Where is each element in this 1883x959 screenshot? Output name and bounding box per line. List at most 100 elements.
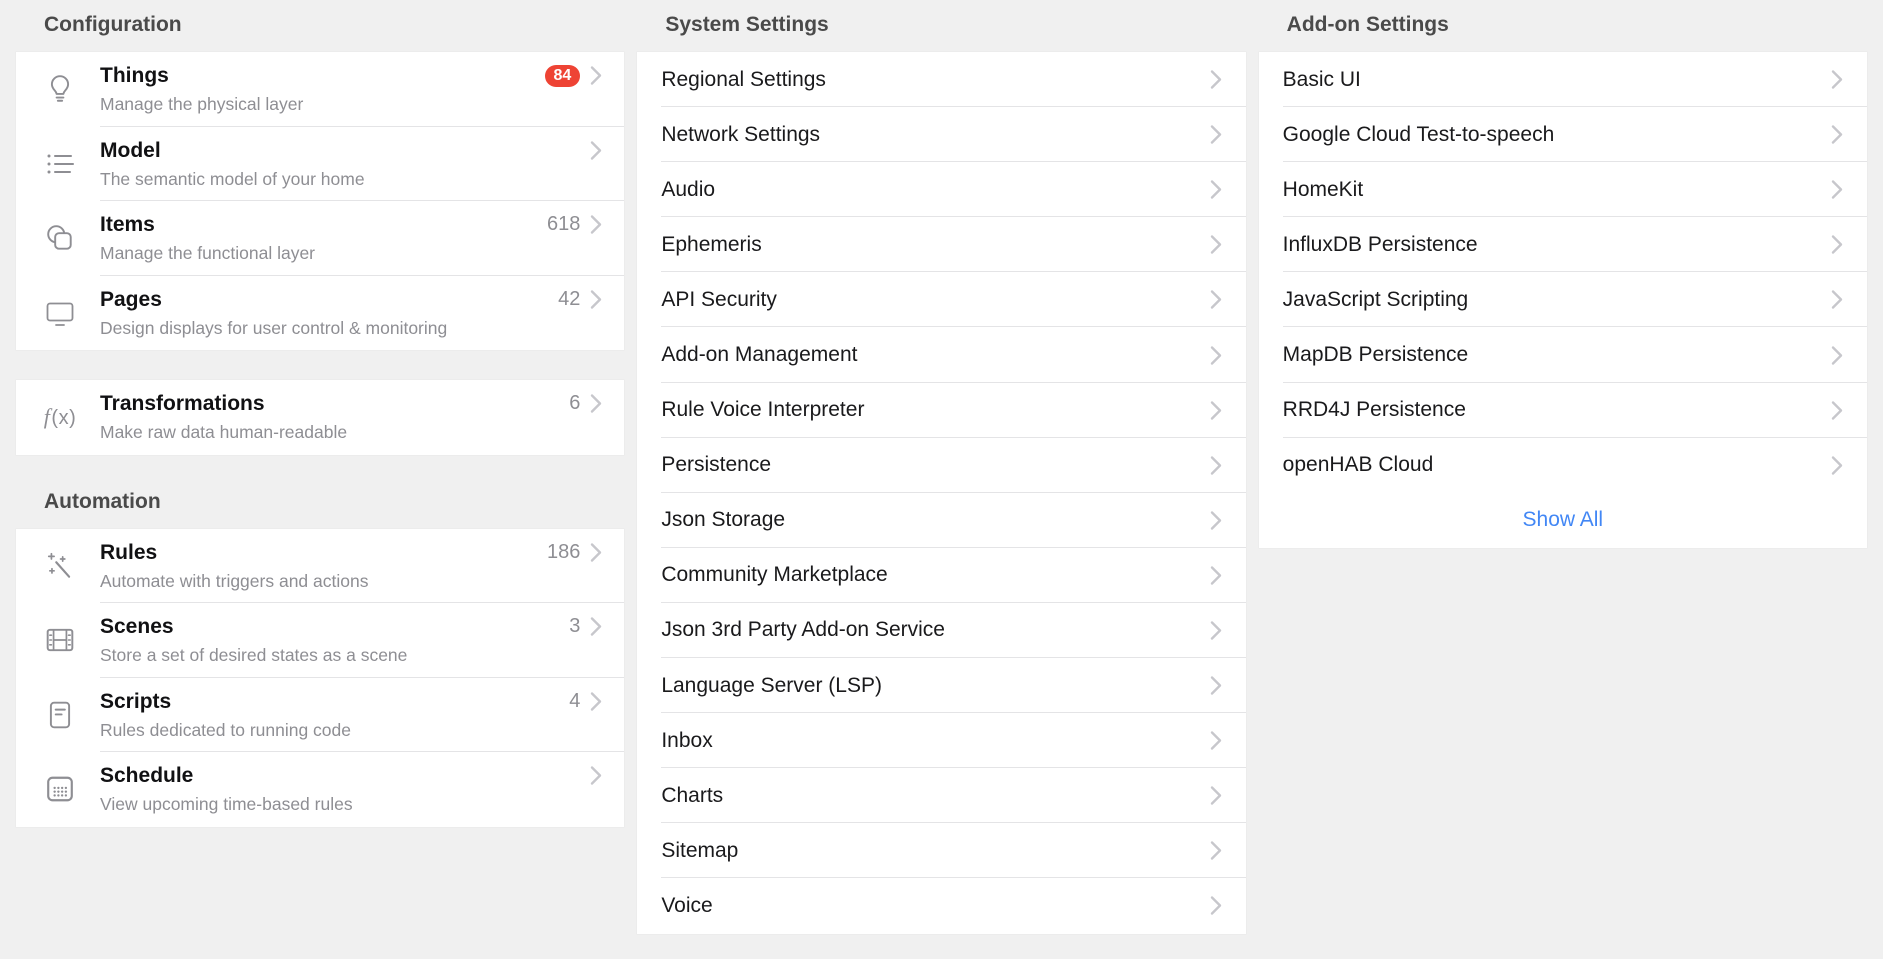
automation-card: Rules186Automate with triggers and actio… [16,529,624,827]
script-doc-icon [44,700,76,730]
item-label: HomeKit [1259,178,1831,202]
settings-page: Configuration Things84Manage the physica… [0,0,1883,934]
list-item-audio[interactable]: Audio [637,162,1245,217]
list-item-community-marketplace[interactable]: Community Marketplace [637,548,1245,603]
item-label: Google Cloud Test-to-speech [1259,123,1831,147]
list-item-influxdb-persistence[interactable]: InfluxDB Persistence [1259,217,1867,272]
item-count: 6 [569,392,580,415]
list-item-javascript-scripting[interactable]: JavaScript Scripting [1259,272,1867,327]
row-content: Transformations6Make raw data human-read… [100,391,624,443]
chevron-right-icon [1210,785,1222,806]
list-item-scripts[interactable]: Scripts4 Rules dedicated to running code [16,678,624,753]
chevron-right-icon [590,616,602,637]
row-content: Scenes3 Store a set of desired states as … [100,614,624,666]
chevron-right-icon [1831,455,1843,476]
chevron-right-icon [1210,840,1222,861]
item-subtitle: Rules dedicated to running code [100,720,624,741]
item-label: Audio [637,178,1209,202]
list-item-language-server-lsp[interactable]: Language Server (LSP) [637,658,1245,713]
chevron-right-icon [590,289,602,310]
list-item-items[interactable]: Items618Manage the functional layer [16,201,624,276]
item-label: RRD4J Persistence [1259,398,1831,422]
chevron-right-icon [1210,455,1222,476]
fx-icon: f(x) [44,404,76,430]
list-item-ephemeris[interactable]: Ephemeris [637,217,1245,272]
list-item-persistence[interactable]: Persistence [637,438,1245,493]
row-content: Scripts4 Rules dedicated to running code [100,689,624,741]
item-title: Rules [100,540,547,565]
item-label: Community Marketplace [637,563,1209,587]
item-label: Add-on Management [637,343,1209,367]
transformations-list: f(x) Transformations6Make raw data human-… [16,380,624,455]
list-item-rules[interactable]: Rules186Automate with triggers and actio… [16,529,624,604]
item-count: 618 [547,213,580,236]
chevron-right-icon [1831,124,1843,145]
item-subtitle: Store a set of desired states as a scene [100,645,624,666]
column-addon-settings: Add-on Settings Basic UIGoogle Cloud Tes… [1259,0,1867,934]
list-item-scenes[interactable]: Scenes3 Store a set of desired states as … [16,603,624,678]
chevron-right-icon [590,542,602,563]
list-item-things[interactable]: Things84Manage the physical layer [16,52,624,127]
item-count: 4 [569,690,580,713]
list-item-transformations[interactable]: f(x) Transformations6Make raw data human-… [16,380,624,455]
item-label: openHAB Cloud [1259,453,1831,477]
list-item-charts[interactable]: Charts [637,768,1245,823]
list-item-rule-voice-interpreter[interactable]: Rule Voice Interpreter [637,383,1245,438]
row-content: Items618Manage the functional layer [100,212,624,264]
list-item-homekit[interactable]: HomeKit [1259,162,1867,217]
item-count: 42 [558,288,580,311]
configuration-card-transformations: f(x) Transformations6Make raw data human-… [16,380,624,455]
item-subtitle: Design displays for user control & monit… [100,318,624,339]
pages-display-icon [44,299,76,327]
row-content: ModelThe semantic model of your home [100,138,624,190]
item-subtitle: Manage the physical layer [100,94,624,115]
chevron-right-icon [1210,124,1222,145]
list-item-mapdb-persistence[interactable]: MapDB Persistence [1259,327,1867,382]
list-item-regional-settings[interactable]: Regional Settings [637,52,1245,107]
chevron-right-icon [1210,510,1222,531]
list-item-json-storage[interactable]: Json Storage [637,493,1245,548]
list-item-rrd4j-persistence[interactable]: RRD4J Persistence [1259,383,1867,438]
chevron-right-icon [1210,234,1222,255]
item-label: JavaScript Scripting [1259,288,1831,312]
chevron-right-icon [590,765,602,786]
item-title: Transformations [100,391,569,416]
chevron-right-icon [590,140,602,161]
list-item-google-cloud-test-to-speech[interactable]: Google Cloud Test-to-speech [1259,107,1867,162]
item-title: Model [100,138,590,163]
list-item-network-settings[interactable]: Network Settings [637,107,1245,162]
column-configuration: Configuration Things84Manage the physica… [16,0,624,934]
item-title: Scripts [100,689,569,714]
model-list-icon [44,151,76,177]
item-subtitle: View upcoming time-based rules [100,794,624,815]
item-label: Language Server (LSP) [637,674,1209,698]
row-content: Things84Manage the physical layer [100,63,624,115]
item-title: Scenes [100,614,569,639]
item-count: 3 [569,615,580,638]
list-item-voice[interactable]: Voice [637,878,1245,933]
chevron-right-icon [1210,620,1222,641]
lightbulb-icon [44,73,76,105]
list-item-model[interactable]: ModelThe semantic model of your home [16,127,624,202]
item-title: Pages [100,287,558,312]
chevron-right-icon [590,65,602,86]
item-label: InfluxDB Persistence [1259,233,1831,257]
show-all-button[interactable]: Show All [1259,493,1867,548]
item-label: Network Settings [637,123,1209,147]
list-item-sitemap[interactable]: Sitemap [637,823,1245,878]
calendar-icon [44,774,76,804]
items-shapes-icon [44,223,76,253]
list-item-inbox[interactable]: Inbox [637,713,1245,768]
item-label: Persistence [637,453,1209,477]
list-item-basic-ui[interactable]: Basic UI [1259,52,1867,107]
list-item-schedule[interactable]: ScheduleView upcoming time-based rules [16,752,624,827]
configuration-list: Things84Manage the physical layer ModelTh… [16,52,624,350]
chevron-right-icon [1210,345,1222,366]
list-item-json-3rd-party-add-on-service[interactable]: Json 3rd Party Add-on Service [637,603,1245,658]
list-item-api-security[interactable]: API Security [637,272,1245,327]
list-item-openhab-cloud[interactable]: openHAB Cloud [1259,438,1867,493]
list-item-add-on-management[interactable]: Add-on Management [637,327,1245,382]
chevron-right-icon [1831,345,1843,366]
chevron-right-icon [1210,400,1222,421]
list-item-pages[interactable]: Pages42 Design displays for user control … [16,276,624,351]
